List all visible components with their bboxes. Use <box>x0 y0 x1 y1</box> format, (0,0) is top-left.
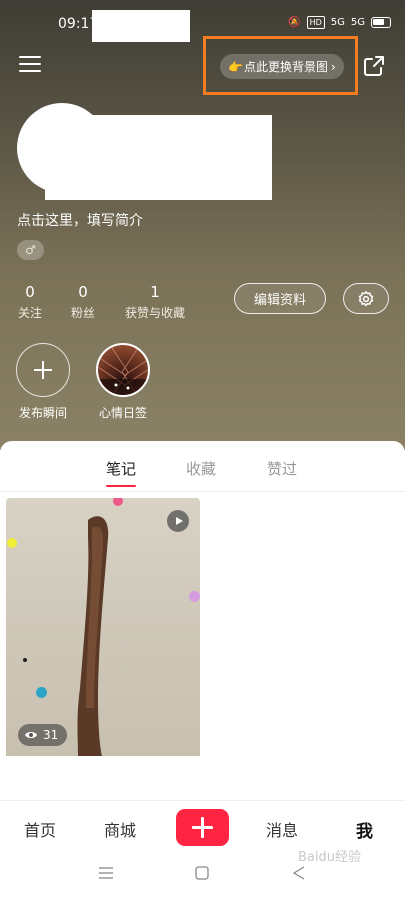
followers-label: 粉丝 <box>70 306 95 320</box>
pointing-hand-icon: 👉 <box>228 59 243 74</box>
signal-5g-icon-2: 5G <box>350 17 365 28</box>
status-icons: 🔕 HD 5G 5G <box>288 16 391 29</box>
system-menu-icon[interactable] <box>98 866 114 880</box>
nav-messages[interactable]: 消息 <box>266 817 298 841</box>
redacted-area <box>92 10 190 42</box>
system-back-icon[interactable] <box>293 866 305 880</box>
system-home-icon[interactable] <box>195 866 209 880</box>
watermark: Baidu经验 <box>298 850 361 865</box>
mood-card-button[interactable] <box>96 343 150 397</box>
post-moment-label: 发布瞬间 <box>18 406 67 420</box>
gear-icon <box>358 290 374 307</box>
eye-icon <box>25 732 37 738</box>
menu-icon[interactable] <box>19 56 41 76</box>
hd-icon: HD <box>306 16 325 29</box>
following-stat[interactable]: 0 关注 <box>17 283 43 321</box>
bottom-nav: 首页 商城 消息 我 <box>0 800 405 852</box>
redacted-username <box>45 115 272 200</box>
bell-muted-icon: 🔕 <box>288 17 301 28</box>
change-background-button[interactable]: 👉 点此更换背景图 › <box>220 54 344 79</box>
play-icon <box>167 510 189 532</box>
note-thumbnail: 31 <box>6 498 200 756</box>
followers-stat[interactable]: 0 粉丝 <box>70 283 96 321</box>
confetti-dot <box>23 658 27 662</box>
nav-home[interactable]: 首页 <box>24 817 56 841</box>
likes-count: 1 <box>150 283 160 301</box>
note-card[interactable]: 31 <box>6 498 200 798</box>
chevron-right-icon: › <box>330 59 336 74</box>
confetti-dot <box>36 687 47 698</box>
nav-mall[interactable]: 商城 <box>104 817 136 841</box>
tab-notes[interactable]: 笔记 <box>106 458 136 479</box>
post-moment-button[interactable] <box>16 343 70 397</box>
confetti-dot <box>7 538 17 548</box>
confetti-dot <box>189 591 200 602</box>
note-image <box>77 516 109 756</box>
followers-count: 0 <box>78 283 88 301</box>
share-icon[interactable] <box>362 54 386 78</box>
change-background-label: 点此更换背景图 <box>243 60 328 74</box>
create-post-button[interactable] <box>176 809 229 846</box>
tab-bar: 笔记 收藏 赞过 <box>0 441 405 492</box>
mood-card-label: 心情日签 <box>98 406 147 420</box>
battery-icon <box>371 17 391 28</box>
settings-button[interactable] <box>343 283 389 314</box>
likes-stat[interactable]: 1 获赞与收藏 <box>122 283 188 321</box>
edit-profile-button[interactable]: 编辑资料 <box>234 283 326 314</box>
tab-collections[interactable]: 收藏 <box>186 458 216 479</box>
views-count: 31 <box>43 728 59 742</box>
views-badge: 31 <box>18 724 68 746</box>
tab-liked[interactable]: 赞过 <box>267 458 297 479</box>
nav-me[interactable]: 我 <box>356 817 373 842</box>
active-tab-indicator <box>106 485 136 487</box>
bio-placeholder[interactable]: 点击这里，填写简介 <box>17 210 143 230</box>
signal-5g-icon: 5G <box>330 17 345 28</box>
likes-label: 获赞与收藏 <box>124 306 185 320</box>
following-label: 关注 <box>17 306 42 320</box>
following-count: 0 <box>25 283 35 301</box>
gender-badge: ♂ <box>17 240 44 260</box>
highlight-box: 👉 点此更换背景图 › <box>203 36 358 95</box>
